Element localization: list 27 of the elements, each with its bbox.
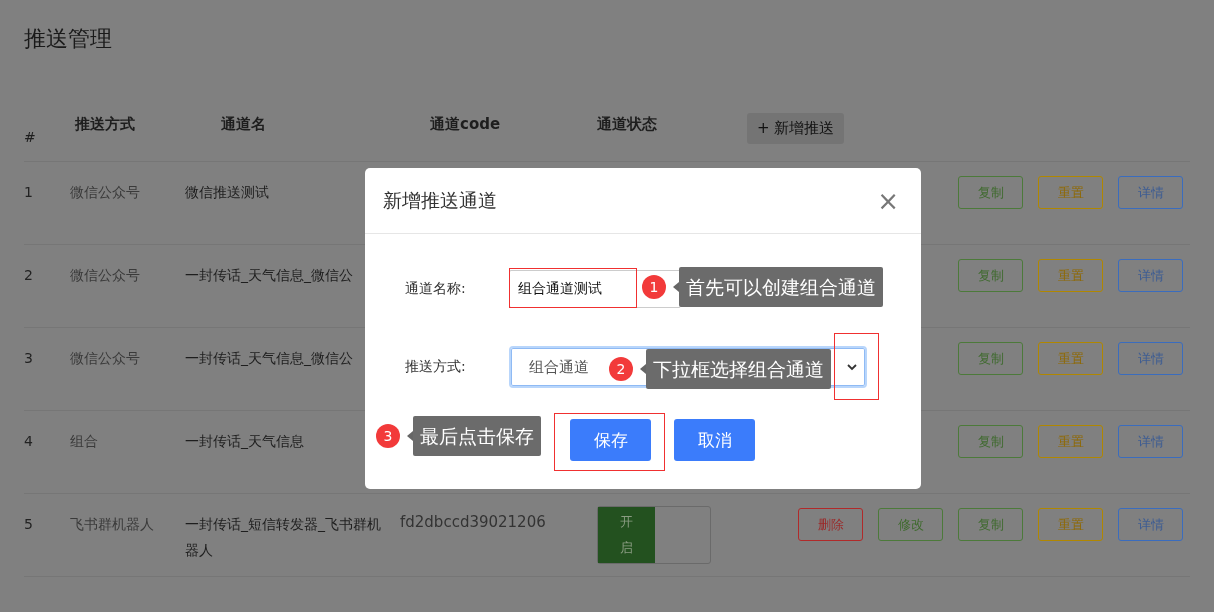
push-method: 飞书群机器人 — [70, 516, 154, 532]
row-number: 2 — [24, 267, 33, 283]
field-label: 通道名称: — [405, 280, 467, 298]
status-header: 通道状态 — [597, 115, 657, 133]
channel-name: 一封传话_天气信息_微信公 — [185, 349, 354, 368]
push-method: 微信公众号 — [70, 267, 140, 283]
method-header: 推送方式 — [75, 115, 135, 133]
dialog-title: 新增推送通道 — [383, 187, 497, 213]
row-number: 5 — [24, 516, 33, 532]
channel-name: 微信推送测试 — [185, 183, 270, 202]
channel-code: fd2dbccd39021206 — [400, 513, 547, 531]
name-header: 通道名 — [221, 115, 266, 133]
annotation-tooltip: 下拉框选择组合通道 — [646, 349, 831, 389]
index-header: # — [24, 129, 36, 145]
push-method: 微信公众号 — [70, 184, 140, 200]
channel-name: 一封传话_短信转发器_飞书群机器人 — [185, 515, 382, 560]
push-method: 微信公众号 — [70, 350, 140, 366]
code-header: 通道code — [430, 115, 501, 133]
row-number: 4 — [24, 433, 33, 449]
field-label: 推送方式: — [405, 358, 467, 376]
row-number: 1 — [24, 184, 33, 200]
annotation-tooltip: 首先可以创建组合通道 — [679, 267, 883, 307]
page-title: 推送管理 — [24, 25, 113, 53]
channel-name: 一封传话_天气信息_微信公 — [185, 266, 354, 285]
push-method: 组合 — [70, 433, 98, 449]
row-number: 3 — [24, 350, 33, 366]
annotation-tooltip: 最后点击保存 — [413, 416, 541, 456]
